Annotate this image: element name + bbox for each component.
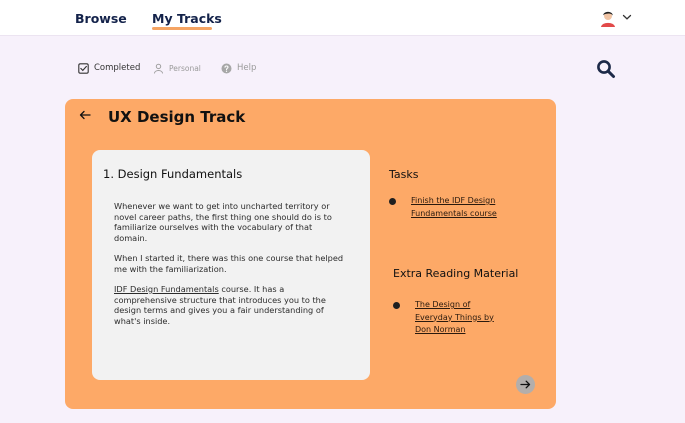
- search-icon[interactable]: [596, 59, 616, 79]
- reading-link-line-3: Don Norman: [415, 325, 466, 334]
- extra-reading-heading: Extra Reading Material: [393, 267, 519, 280]
- module-title: 1. Design Fundamentals: [103, 167, 242, 181]
- checkbox-icon: [78, 62, 89, 74]
- track-title: UX Design Track: [108, 108, 246, 126]
- active-tab-indicator: [152, 27, 212, 30]
- tasks-heading: Tasks: [389, 168, 419, 181]
- chevron-down-icon[interactable]: [622, 13, 632, 21]
- filter-completed-label: Completed: [94, 63, 141, 73]
- reading-link-line-1: The Design of: [415, 300, 471, 309]
- task-bullet: [389, 198, 396, 205]
- module-paragraph-2: When I started it, there was this one co…: [114, 253, 344, 274]
- idf-course-link[interactable]: IDF Design Fundamentals: [114, 284, 219, 294]
- task-link-idf-course[interactable]: Finish the IDF Design Fundamentals cours…: [411, 195, 497, 220]
- next-button[interactable]: [516, 375, 535, 394]
- filter-personal[interactable]: Personal: [153, 61, 201, 75]
- task-link-line-1: Finish the IDF Design: [411, 196, 496, 205]
- module-number: 1.: [103, 167, 114, 181]
- filter-personal-label: Personal: [169, 63, 201, 73]
- help-icon: [221, 63, 232, 73]
- module-paragraph-3: IDF Design Fundamentals course. It has a…: [114, 284, 346, 326]
- top-nav-bar: Browse My Tracks: [0, 0, 685, 36]
- filter-help-label: Help: [237, 63, 257, 73]
- task-link-line-2: Fundamentals course: [411, 208, 497, 218]
- tab-browse[interactable]: Browse: [75, 11, 127, 26]
- module-body: Whenever we want to get into uncharted t…: [114, 201, 346, 336]
- module-paragraph-1: Whenever we want to get into uncharted t…: [114, 201, 332, 243]
- arrow-right-icon: [520, 380, 531, 389]
- module-title-text: Design Fundamentals: [117, 167, 243, 181]
- filter-completed[interactable]: Completed: [78, 61, 140, 75]
- back-arrow-icon[interactable]: [79, 110, 91, 120]
- reading-bullet: [393, 302, 400, 309]
- filter-help[interactable]: Help: [221, 61, 256, 75]
- person-icon: [153, 63, 164, 74]
- reading-link-line-2: Everyday Things by: [415, 312, 494, 322]
- reading-link-design-everyday-things[interactable]: The Design of Everyday Things by Don Nor…: [415, 299, 494, 337]
- tab-my-tracks[interactable]: My Tracks: [152, 11, 222, 26]
- user-avatar-icon[interactable]: [599, 9, 617, 27]
